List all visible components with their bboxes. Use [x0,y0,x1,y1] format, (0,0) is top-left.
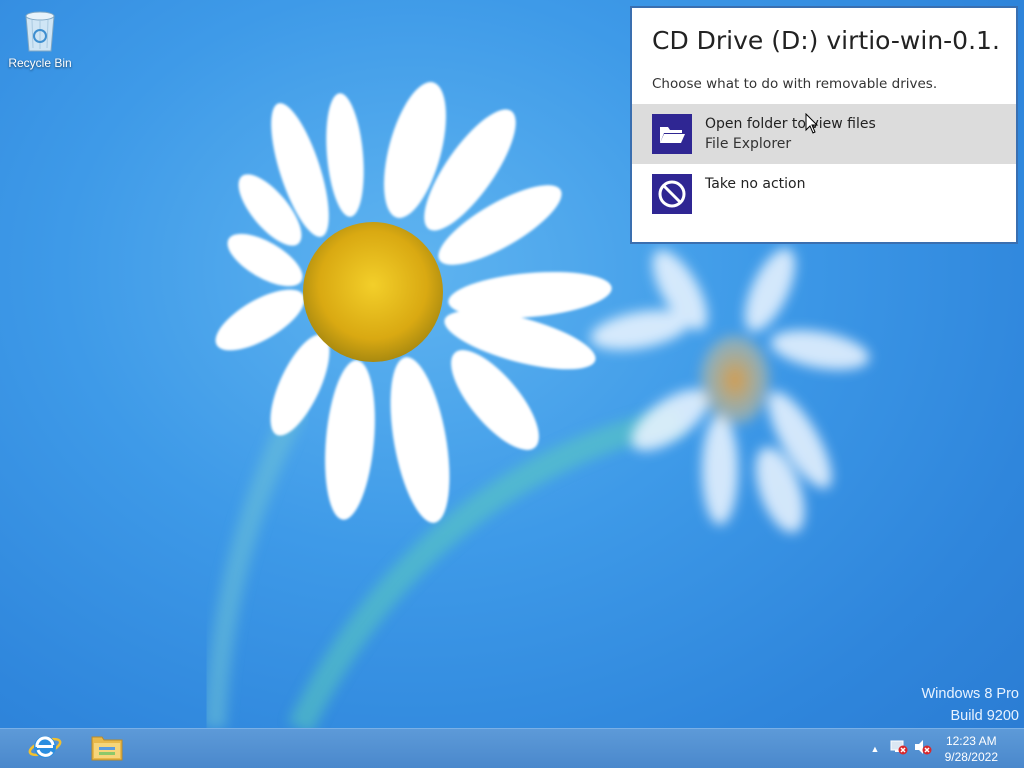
system-tray: ▲ [868,729,932,768]
recycle-bin-label: Recycle Bin [8,56,72,70]
clock-time: 12:23 AM [945,734,997,748]
taskbar-internet-explorer[interactable] [22,731,68,767]
option-take-no-action[interactable]: Take no action [632,164,1016,224]
watermark-build: Build 9200 [950,708,1019,724]
option-open-folder-label: Open folder to view files [705,116,876,132]
volume-muted-icon[interactable] [914,739,932,760]
windows-build-watermark: Windows 8 Pro Build 9200 [921,683,1019,727]
autoplay-dialog: CD Drive (D:) virtio-win-0.1.... Choose … [630,6,1018,244]
mouse-cursor-icon [805,112,819,135]
option-open-folder-app: File Explorer [705,136,792,152]
recycle-bin-icon [20,6,60,54]
autoplay-title: CD Drive (D:) virtio-win-0.1.... [652,26,1002,55]
recycle-bin-shortcut[interactable]: Recycle Bin [4,6,76,70]
file-explorer-icon [90,732,124,767]
network-error-icon[interactable] [890,739,908,760]
folder-open-icon [652,114,692,154]
show-hidden-icons-chevron[interactable]: ▲ [868,744,882,754]
option-take-no-action-label: Take no action [705,176,806,192]
taskbar-file-explorer[interactable] [84,731,130,767]
taskbar: ▲ 12:23 AM 9/28/2022 [0,728,1024,768]
internet-explorer-icon [28,731,62,768]
no-action-icon [652,174,692,214]
autoplay-subtitle: Choose what to do with removable drives. [652,76,938,92]
clock-date: 9/28/2022 [944,750,998,764]
taskbar-clock[interactable]: 12:23 AM 9/28/2022 [945,733,998,765]
option-open-folder[interactable]: Open folder to view files File Explorer [632,104,1016,164]
watermark-edition: Windows 8 Pro [921,686,1019,702]
